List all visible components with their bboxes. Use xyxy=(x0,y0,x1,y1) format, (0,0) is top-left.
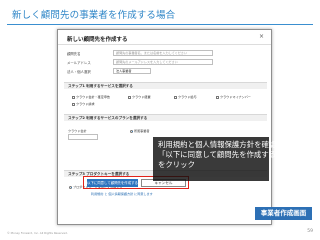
agree-create-button[interactable]: 以下に同意して顧問先を作成する xyxy=(87,179,138,187)
dialog-title: 新しい顧問先を作成する xyxy=(67,37,128,43)
service-checkbox-expense[interactable]: クラウド経費 xyxy=(128,94,151,99)
step2-header: ステップ2 利用するサービスのプランを選択する xyxy=(64,114,267,121)
entity-type-select[interactable]: 法人事業者 xyxy=(113,68,151,74)
client-name-input[interactable]: 顧問先の事業者名、または名前を入力してください xyxy=(113,50,213,56)
plan-select[interactable] xyxy=(68,134,98,140)
service-checkbox-mynumber[interactable]: クラウドマイナンバー xyxy=(216,94,251,99)
close-icon[interactable]: × xyxy=(259,34,264,40)
plan-label: クラウド会計 xyxy=(68,129,87,133)
email-row: メールアドレス 顧問先のメールアドレスを入力してください xyxy=(67,59,263,66)
plan-radio[interactable] xyxy=(130,129,133,133)
step1-header: ステップ1 利用するサービスを選択する xyxy=(64,82,267,89)
callout-line-2: 「以下に同意して顧問先を作成する」 xyxy=(158,150,284,159)
page-number: 59 xyxy=(307,229,313,234)
plan-option[interactable]: 所属事業者 xyxy=(130,128,149,133)
instruction-callout: 利用規約と個人情報保護方針を確認し 「以下に同意して顧問先を作成する」 をクリッ… xyxy=(153,137,284,181)
consent-link[interactable]: 利用規約 と 個人情報保護方針 に同意します xyxy=(91,191,153,196)
page-title: 新しく顧問先の事業者を作成する場合 xyxy=(12,10,176,21)
client-name-row: 顧問先名 顧問先の事業者名、または名前を入力してください xyxy=(67,50,263,57)
service-checkbox-accounting[interactable]: クラウド会計・確定申告 xyxy=(72,94,110,99)
screen-name-badge: 事業者作成画面 xyxy=(255,207,312,220)
service-checkbox-invoice[interactable]: クラウド請求 xyxy=(72,101,95,106)
service-checkbox-payroll[interactable]: クラウド給与 xyxy=(174,94,197,99)
client-name-label: 顧問先名 xyxy=(67,52,81,56)
no-product-key-radio[interactable] xyxy=(69,185,72,189)
email-label: メールアドレス xyxy=(67,61,91,65)
create-client-dialog: 新しい顧問先を作成する × 顧問先名 顧問先の事業者名、または名前を入力してくだ… xyxy=(57,29,272,225)
entity-type-row: 法人・個人選択 法人事業者 xyxy=(67,68,263,75)
copyright: © Money Forward, Inc. All Rights Reserve… xyxy=(7,231,68,235)
dialog-header-divider xyxy=(58,44,271,45)
title-divider xyxy=(7,24,313,25)
email-input[interactable]: 顧問先のメールアドレスを入力してください xyxy=(113,59,213,65)
callout-line-1: 利用規約と個人情報保護方針を確認し xyxy=(158,140,284,149)
callout-line-3: をクリック xyxy=(158,160,195,169)
entity-type-label: 法人・個人選択 xyxy=(67,70,91,74)
